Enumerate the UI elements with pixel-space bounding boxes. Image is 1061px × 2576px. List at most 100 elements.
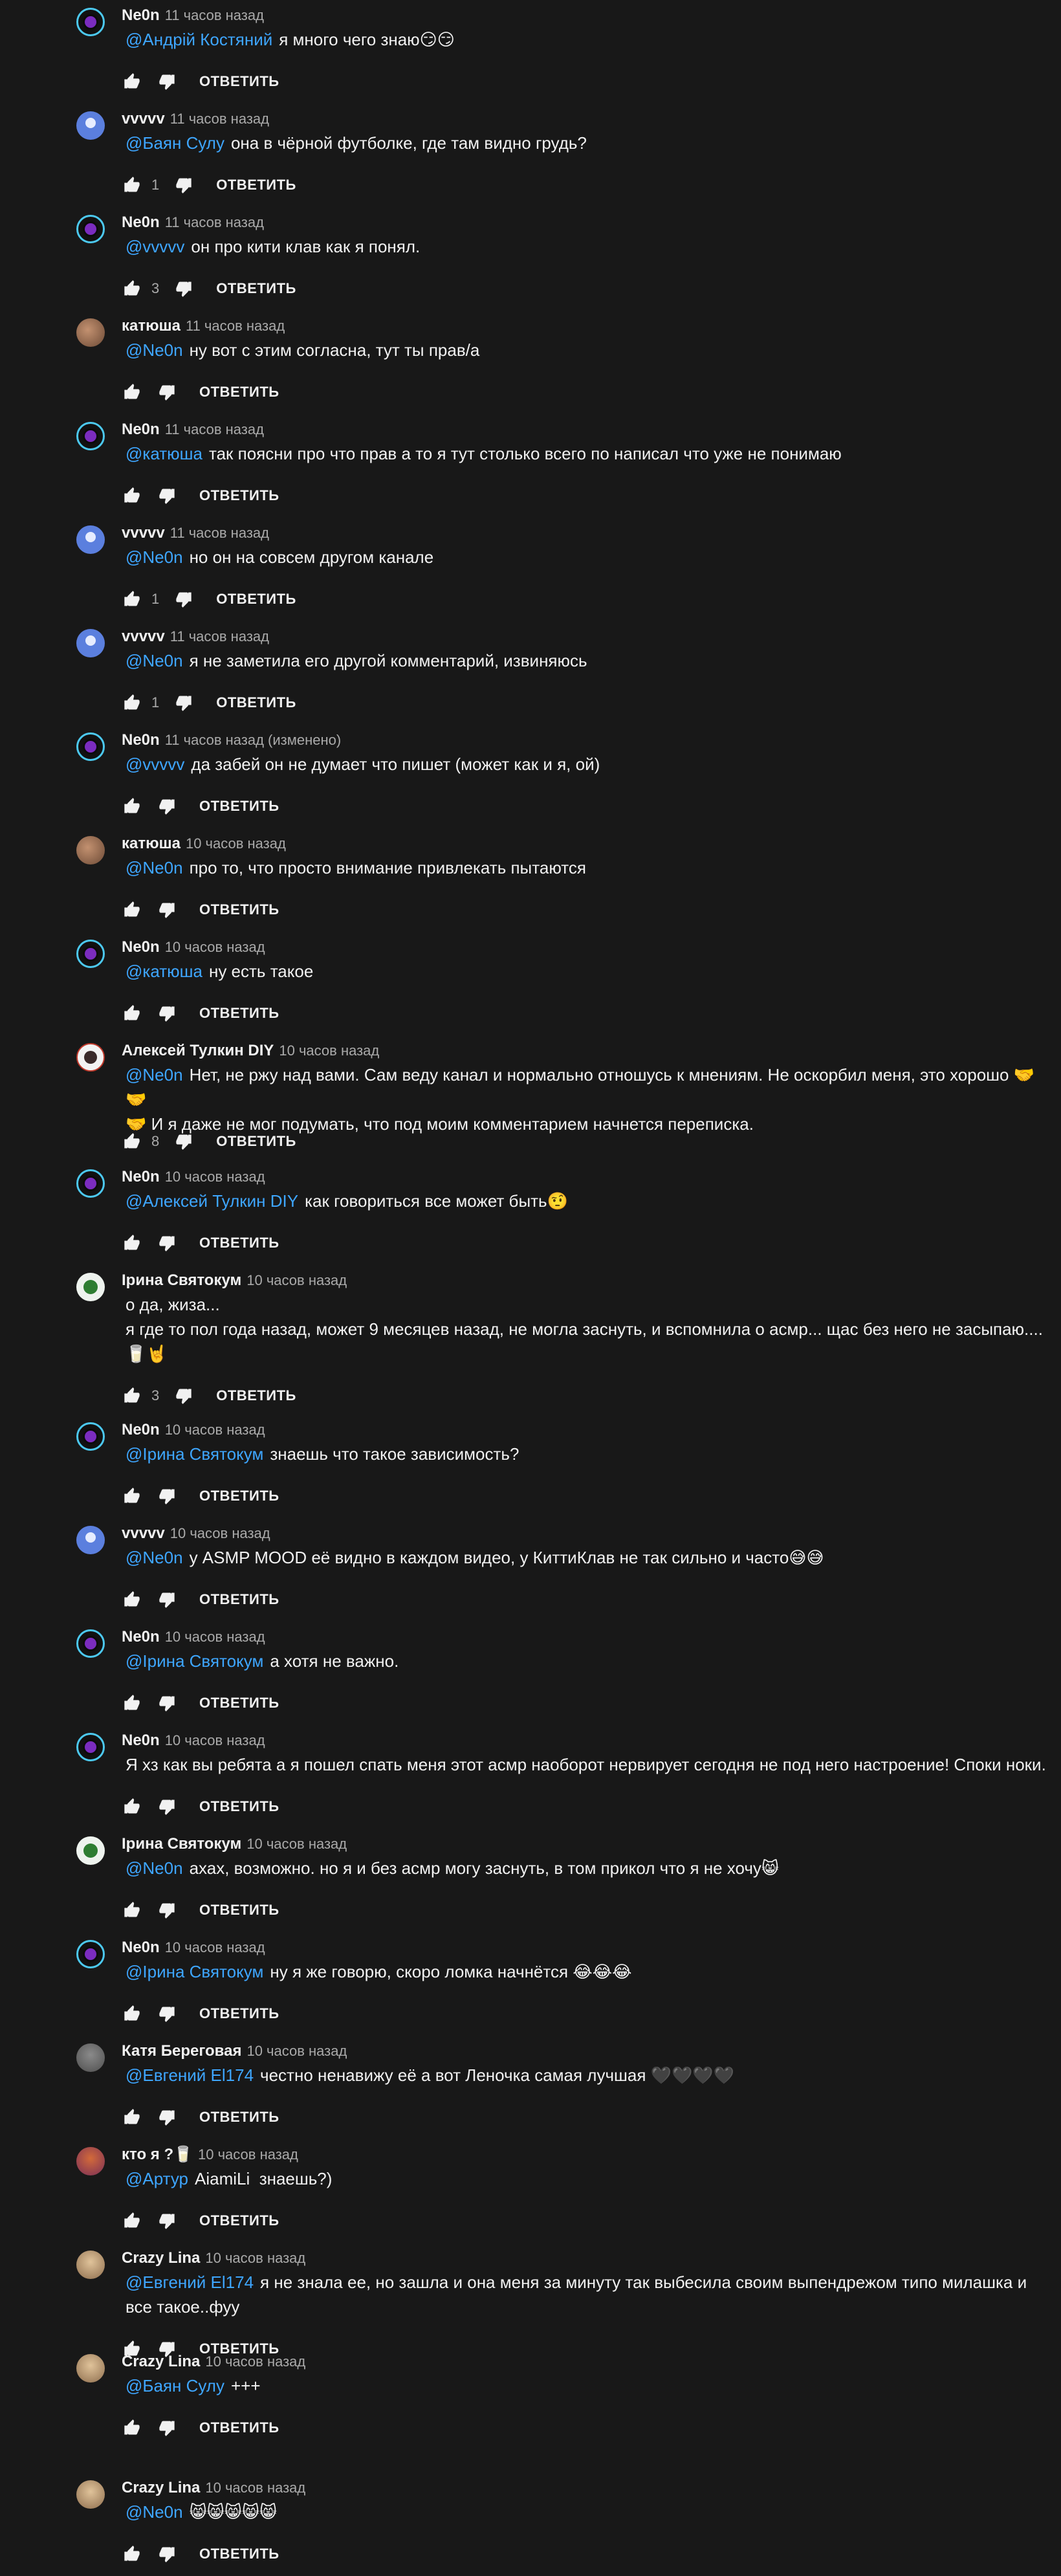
thumbs-up-icon[interactable] (122, 1233, 142, 1253)
thumbs-up-icon[interactable] (122, 899, 142, 920)
comment-author[interactable]: Crazy Lina (122, 2249, 200, 2267)
comment-author[interactable]: Алексей Тулкин DIY (122, 1042, 274, 1059)
comment-timestamp[interactable]: 10 часов назад (170, 1525, 270, 1541)
comment-author[interactable]: Катя Береговая (122, 2042, 241, 2060)
avatar[interactable] (76, 836, 105, 864)
comment-timestamp[interactable]: 11 часов назад (165, 214, 264, 230)
thumbs-up-icon[interactable] (122, 1693, 142, 1713)
mention-link[interactable]: @vvvvv (126, 754, 184, 774)
comment-timestamp[interactable]: 11 часов назад (165, 7, 264, 23)
avatar[interactable] (76, 525, 105, 554)
comment-author[interactable]: Crazy Lina (122, 2479, 200, 2496)
thumbs-up-icon[interactable] (122, 1003, 142, 1024)
mention-link[interactable]: @Ne0n (126, 340, 183, 360)
thumbs-up-icon[interactable] (122, 1385, 142, 1406)
comment-author[interactable]: кто я ?🥛 (122, 2146, 193, 2163)
comment-author[interactable]: Ne0n (122, 1732, 160, 1749)
reply-button[interactable]: ОТВЕТИТЬ (199, 2005, 279, 2022)
thumbs-down-icon[interactable] (157, 1900, 177, 1921)
reply-button[interactable]: ОТВЕТИТЬ (199, 2546, 279, 2562)
thumbs-down-icon[interactable] (173, 1131, 194, 1152)
thumbs-down-icon[interactable] (157, 2417, 177, 2438)
reply-button[interactable]: ОТВЕТИТЬ (199, 1591, 279, 1608)
comment-author[interactable]: Ne0n (122, 1628, 160, 1646)
thumbs-up-icon[interactable] (122, 71, 142, 92)
thumbs-up-icon[interactable] (122, 2210, 142, 2231)
avatar[interactable] (76, 940, 105, 968)
comment-author[interactable]: Ne0n (122, 938, 160, 956)
thumbs-down-icon[interactable] (173, 589, 194, 610)
comment-author[interactable]: vvvvv (122, 628, 165, 645)
thumbs-down-icon[interactable] (157, 2210, 177, 2231)
comment-timestamp[interactable]: 10 часов назад (165, 1169, 265, 1185)
mention-link[interactable]: @катюша (126, 444, 202, 463)
reply-button[interactable]: ОТВЕТИТЬ (216, 694, 296, 711)
comment-timestamp[interactable]: 11 часов назад (186, 318, 285, 334)
thumbs-up-icon[interactable] (122, 1796, 142, 1817)
reply-button[interactable]: ОТВЕТИТЬ (216, 1133, 296, 1150)
thumbs-up-icon[interactable] (122, 1900, 142, 1921)
avatar[interactable] (76, 629, 105, 657)
comment-timestamp[interactable]: 10 часов назад (205, 2353, 305, 2370)
mention-link[interactable]: @Андрій Костяний (126, 30, 272, 49)
thumbs-up-icon[interactable] (122, 589, 142, 610)
mention-link[interactable]: @Ne0n (126, 1065, 183, 1084)
thumbs-down-icon[interactable] (173, 175, 194, 195)
mention-link[interactable]: @Евгений El174 (126, 2273, 254, 2292)
mention-link[interactable]: @Евгений El174 (126, 2065, 254, 2085)
reply-button[interactable]: ОТВЕТИТЬ (199, 798, 279, 815)
comment-author[interactable]: Crazy Lina (122, 2353, 200, 2370)
mention-link[interactable]: @Ne0n (126, 2502, 183, 2522)
avatar[interactable] (76, 1733, 105, 1761)
avatar[interactable] (76, 422, 105, 450)
mention-link[interactable]: @Ірина Святокум (126, 1962, 263, 1981)
avatar[interactable] (76, 1526, 105, 1554)
avatar[interactable] (76, 1836, 105, 1865)
comment-author[interactable]: Ne0n (122, 214, 160, 231)
comment-timestamp[interactable]: 11 часов назад (170, 111, 269, 127)
comment-timestamp[interactable]: 10 часов назад (165, 1732, 265, 1748)
thumbs-down-icon[interactable] (157, 1796, 177, 1817)
avatar[interactable] (76, 111, 105, 140)
thumbs-down-icon[interactable] (157, 1693, 177, 1713)
mention-link[interactable]: @Ірина Святокум (126, 1444, 263, 1464)
avatar[interactable] (76, 1043, 105, 1072)
comment-author[interactable]: Ірина Святокум (122, 1835, 241, 1853)
avatar[interactable] (76, 2251, 105, 2279)
comment-timestamp[interactable]: 10 часов назад (246, 1836, 347, 1852)
thumbs-down-icon[interactable] (157, 2107, 177, 2128)
thumbs-down-icon[interactable] (157, 71, 177, 92)
comment-timestamp[interactable]: 10 часов назад (165, 1629, 265, 1645)
mention-link[interactable]: @Артур (126, 2169, 188, 2188)
thumbs-down-icon[interactable] (157, 1233, 177, 1253)
thumbs-up-icon[interactable] (122, 2544, 142, 2564)
thumbs-down-icon[interactable] (157, 796, 177, 817)
thumbs-up-icon[interactable] (122, 485, 142, 506)
reply-button[interactable]: ОТВЕТИТЬ (216, 591, 296, 608)
comment-author[interactable]: Ne0n (122, 731, 160, 749)
comment-author[interactable]: Ірина Святокум (122, 1271, 241, 1289)
thumbs-down-icon[interactable] (157, 382, 177, 402)
comment-author[interactable]: Ne0n (122, 6, 160, 24)
mention-link[interactable]: @Ne0n (126, 651, 183, 670)
thumbs-up-icon[interactable] (122, 1486, 142, 1506)
avatar[interactable] (76, 1940, 105, 1968)
thumbs-down-icon[interactable] (157, 2544, 177, 2564)
reply-button[interactable]: ОТВЕТИТЬ (216, 177, 296, 193)
thumbs-up-icon[interactable] (122, 2417, 142, 2438)
avatar[interactable] (76, 2043, 105, 2072)
reply-button[interactable]: ОТВЕТИТЬ (199, 1235, 279, 1251)
comment-timestamp[interactable]: 10 часов назад (246, 1272, 347, 1288)
thumbs-down-icon[interactable] (173, 278, 194, 299)
mention-link[interactable]: @Ne0n (126, 547, 183, 567)
thumbs-up-icon[interactable] (122, 692, 142, 713)
mention-link[interactable]: @Алексей Тулкин DIY (126, 1191, 298, 1211)
reply-button[interactable]: ОТВЕТИТЬ (199, 73, 279, 90)
mention-link[interactable]: @Баян Сулу (126, 2376, 224, 2395)
thumbs-up-icon[interactable] (122, 2003, 142, 2024)
thumbs-down-icon[interactable] (173, 1385, 194, 1406)
thumbs-down-icon[interactable] (157, 485, 177, 506)
comment-timestamp[interactable]: 10 часов назад (165, 1939, 265, 1955)
reply-button[interactable]: ОТВЕТИТЬ (199, 2109, 279, 2126)
comment-author[interactable]: Ne0n (122, 1168, 160, 1185)
